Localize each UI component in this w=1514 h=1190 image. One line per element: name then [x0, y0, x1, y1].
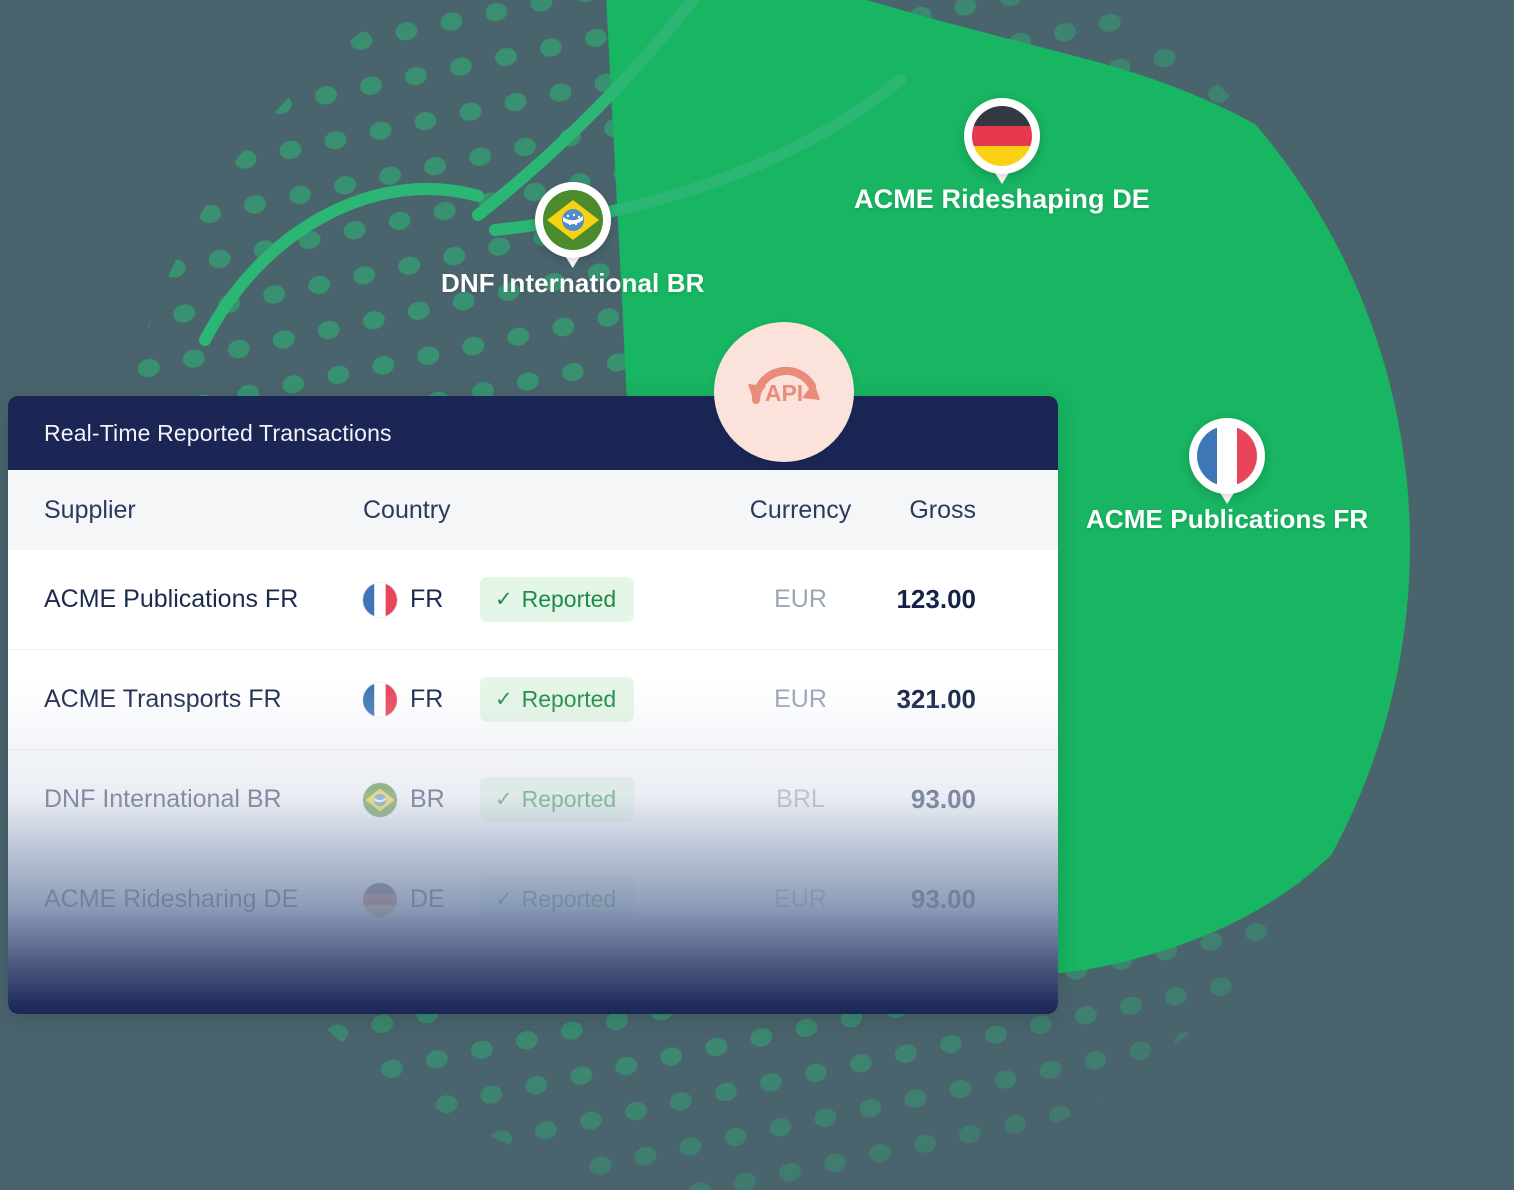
cell-currency: EUR: [713, 885, 888, 914]
cell-supplier: ACME Publications FR: [8, 585, 363, 614]
check-icon: ✓: [495, 788, 513, 811]
cell-country: DE ✓ Reported: [363, 877, 713, 922]
table-body: ACME Publications FR FR ✓ Reported EUR 1…: [8, 550, 1058, 1014]
germany-flag-icon: [363, 882, 397, 917]
status-badge: ✓ Reported: [480, 577, 635, 622]
cell-supplier: ACME Transports FR: [8, 685, 363, 714]
card-title-bar: Real-Time Reported Transactions: [8, 396, 1058, 470]
brazil-flag-icon: [542, 190, 603, 250]
supplier-name: ACME Publications FR: [44, 585, 299, 613]
germany-flag-icon: [971, 106, 1032, 166]
cell-gross: 123.00: [888, 584, 1022, 615]
supplier-name: ACME Transports FR: [44, 685, 282, 713]
map-pin-de[interactable]: ACME Rideshaping DE: [854, 98, 1150, 215]
status-label: Reported: [521, 786, 617, 812]
pin-marker-de: [963, 98, 1040, 184]
cell-supplier: DNF International BR: [8, 785, 363, 814]
france-flag-icon: [363, 582, 397, 617]
api-badge[interactable]: API: [714, 322, 854, 462]
check-icon: ✓: [495, 888, 513, 911]
gross-value: 321.00: [896, 684, 976, 714]
cell-country: BR ✓ Reported: [363, 777, 713, 822]
country-code: BR: [410, 785, 445, 813]
table-header-row: Supplier Country Currency Gross: [8, 470, 1058, 550]
currency-value: EUR: [774, 885, 827, 913]
column-header-country[interactable]: Country: [363, 496, 713, 525]
cell-country: FR ✓ Reported: [363, 677, 713, 722]
status-badge: ✓ Reported: [480, 777, 635, 822]
france-flag-icon: [1197, 426, 1258, 486]
api-sync-icon: API: [748, 366, 820, 406]
pin-marker-br: [534, 182, 611, 268]
api-badge-text: API: [765, 380, 803, 406]
table-row[interactable]: ACME Ridesharing DE DE ✓ Reported EUR 93…: [8, 850, 1058, 950]
supplier-name: ACME Ridesharing DE: [44, 885, 299, 913]
map-pin-label-de: ACME Rideshaping DE: [854, 184, 1150, 214]
map-pin-br[interactable]: DNF International BR: [441, 182, 704, 299]
cell-gross: 321.00: [888, 684, 1022, 715]
country-code: DE: [410, 885, 445, 913]
gross-value: 93.00: [910, 784, 976, 814]
supplier-name: DNF International BR: [44, 785, 282, 813]
column-header-currency[interactable]: Currency: [713, 496, 888, 525]
pin-circle-fr: [1189, 418, 1266, 494]
status-label: Reported: [521, 886, 617, 912]
gross-value: 123.00: [896, 584, 976, 614]
column-header-supplier[interactable]: Supplier: [8, 496, 363, 525]
table-row[interactable]: ACME Publications FR FR ✓ Reported EUR 1…: [8, 550, 1058, 650]
transactions-card: Real-Time Reported Transactions Supplier…: [8, 396, 1058, 1014]
currency-value: EUR: [774, 685, 827, 713]
cell-currency: EUR: [713, 585, 888, 614]
status-badge: ✓ Reported: [480, 877, 635, 922]
cell-gross: 93.00: [888, 784, 1022, 815]
column-header-gross[interactable]: Gross: [888, 496, 1022, 525]
table-row[interactable]: ACME Transports FR FR ✓ Reported EUR 321…: [8, 650, 1058, 750]
france-flag-icon: [363, 682, 397, 717]
pin-marker-fr: [1189, 418, 1266, 504]
card-title: Real-Time Reported Transactions: [44, 419, 392, 446]
cell-currency: BRL: [713, 785, 888, 814]
illustration-canvas: ACME Rideshaping DE DNF International BR…: [0, 0, 1514, 1190]
currency-value: EUR: [774, 585, 827, 613]
gross-value: 93.00: [910, 884, 976, 914]
country-code: FR: [410, 685, 444, 713]
cell-supplier: ACME Ridesharing DE: [8, 885, 363, 914]
brazil-flag-icon: [363, 782, 397, 817]
cell-currency: EUR: [713, 685, 888, 714]
pin-circle-br: [534, 182, 611, 258]
cell-gross: 93.00: [888, 884, 1022, 915]
cell-country: FR ✓ Reported: [363, 577, 713, 622]
status-label: Reported: [521, 586, 617, 612]
country-code: FR: [410, 585, 444, 613]
map-pin-label-fr: ACME Publications FR: [1086, 504, 1369, 534]
map-pin-label-br: DNF International BR: [441, 268, 705, 298]
check-icon: ✓: [495, 588, 513, 611]
pin-circle-de: [963, 98, 1040, 174]
check-icon: ✓: [495, 688, 513, 711]
map-pin-fr[interactable]: ACME Publications FR: [1086, 418, 1368, 535]
status-badge: ✓ Reported: [480, 677, 635, 722]
table-row[interactable]: DNF International BR BR ✓ Reported BRL 9…: [8, 750, 1058, 850]
currency-value: BRL: [776, 785, 825, 813]
status-label: Reported: [521, 686, 617, 712]
